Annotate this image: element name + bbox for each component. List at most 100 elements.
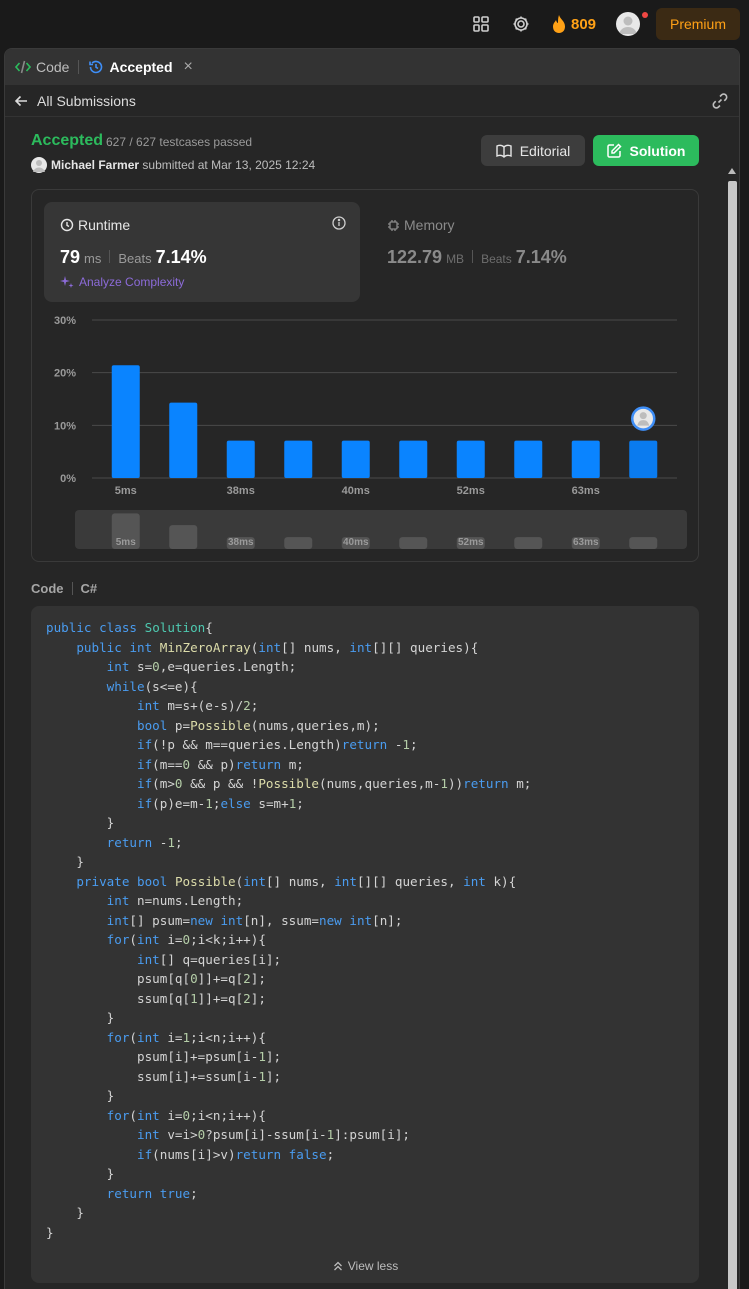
code-block[interactable]: public class Solution{ public int MinZer…: [31, 606, 699, 1283]
overview-tick-label: 38ms: [228, 537, 254, 548]
chart-bar: [341, 440, 370, 478]
overview-tick-label: 63ms: [573, 537, 599, 548]
premium-button[interactable]: Premium: [656, 8, 740, 40]
memory-tab[interactable]: Memory: [387, 217, 455, 233]
memory-beats-label: Beats: [481, 252, 512, 266]
scrollbar-thumb[interactable]: [728, 181, 737, 1289]
scroll-up-arrow[interactable]: [728, 168, 736, 174]
editorial-label: Editorial: [519, 142, 571, 159]
chart-bar: [629, 440, 658, 478]
book-icon: [496, 144, 512, 158]
overview-bar: [284, 537, 313, 549]
all-submissions-link[interactable]: All Submissions: [37, 93, 136, 109]
tab-accepted[interactable]: Accepted ×: [88, 58, 193, 76]
gear-icon[interactable]: [511, 14, 531, 34]
analyze-complexity-link[interactable]: Analyze Complexity: [60, 275, 184, 289]
chart-bar: [571, 440, 600, 478]
tab-divider: [78, 60, 80, 74]
layout-grid-icon[interactable]: [471, 14, 491, 34]
runtime-value: 79: [60, 247, 81, 267]
y-tick-label: 10%: [54, 420, 76, 432]
chart-bar: [169, 402, 198, 478]
chart-bar: [226, 440, 255, 478]
memory-value: 122.79: [387, 247, 443, 267]
chart-bar: [284, 440, 313, 478]
submission-status: Accepted: [31, 132, 104, 149]
x-tick-label: 52ms: [457, 485, 485, 497]
runtime-label-text: Runtime: [78, 217, 131, 233]
author-avatar[interactable]: [31, 157, 47, 173]
link-icon[interactable]: [711, 92, 729, 110]
memory-label: Memory: [404, 217, 455, 233]
code-section-header: Code C#: [31, 581, 97, 596]
solution-button[interactable]: Solution: [593, 135, 699, 166]
close-icon[interactable]: ×: [184, 58, 193, 76]
submitted-at: submitted at Mar 13, 2025 12:24: [142, 158, 316, 172]
user-avatar[interactable]: [616, 12, 640, 36]
edit-icon: [606, 143, 622, 158]
user-marker-head: [639, 412, 647, 420]
chart-bar: [111, 365, 140, 478]
user-icon: [619, 16, 637, 34]
tab-code-label: Code: [36, 59, 70, 75]
info-icon[interactable]: [332, 216, 346, 230]
x-tick-label: 63ms: [572, 485, 600, 497]
runtime-unit: ms: [84, 251, 102, 266]
memory-beats-value: 7.14%: [515, 247, 567, 267]
code-icon: [15, 60, 31, 74]
x-tick-label: 5ms: [115, 485, 137, 497]
overview-tick-label: 5ms: [116, 537, 136, 548]
arrow-left-icon[interactable]: [14, 94, 28, 108]
runtime-card[interactable]: Runtime 79 ms Beats 7.14% Analyze Comple…: [44, 202, 360, 302]
memory-value-row: 122.79 MB Beats 7.14%: [387, 247, 567, 268]
tab-accepted-label: Accepted: [109, 59, 173, 75]
y-tick-label: 30%: [54, 315, 76, 327]
code-language: C#: [80, 581, 98, 596]
overview-tick-label: 40ms: [343, 537, 369, 548]
source-code: public class Solution{ public int MinZer…: [46, 620, 532, 1240]
top-navbar: 809 Premium: [0, 0, 749, 48]
streak-counter[interactable]: 809: [551, 13, 596, 35]
history-icon: [89, 60, 103, 74]
y-tick-label: 20%: [54, 368, 76, 380]
author-name[interactable]: Michael Farmer: [51, 158, 139, 172]
chip-icon: [388, 219, 399, 231]
overview-bar: [629, 537, 658, 549]
overview-bar: [399, 537, 428, 549]
solution-label: Solution: [629, 142, 686, 159]
code-label: Code: [31, 581, 64, 596]
overview-bar: [514, 537, 543, 549]
runtime-beats-value: 7.14%: [155, 247, 207, 267]
clock-icon: [60, 218, 74, 232]
memory-unit: MB: [446, 252, 465, 266]
chart-bar: [399, 440, 428, 478]
chart-bar: [514, 440, 543, 478]
divider: [71, 582, 73, 595]
y-tick-label: 0%: [60, 473, 76, 485]
runtime-beats-label: Beats: [118, 251, 152, 266]
notification-dot: [642, 12, 648, 18]
runtime-distribution-chart[interactable]: 0% 10% 20% 30% 5ms 38ms 40ms 52ms 63ms 5ms 38ms 40m…: [32, 315, 700, 560]
view-less-label: View less: [347, 1259, 399, 1273]
flame-icon: [553, 15, 565, 33]
view-less-button[interactable]: View less: [31, 1259, 699, 1273]
runtime-value-row: 79 ms Beats 7.14%: [60, 247, 207, 268]
streak-count: 809: [571, 15, 597, 33]
chevrons-up-icon: [333, 1261, 342, 1271]
performance-stats: Runtime 79 ms Beats 7.14% Analyze Comple…: [31, 189, 699, 562]
divider: [472, 250, 474, 263]
testcases-passed: 627 / 627 testcases passed: [106, 135, 253, 149]
tab-code[interactable]: Code: [15, 59, 69, 75]
submission-panel: Code Accepted × All Submissions Accepted…: [4, 48, 740, 1289]
overview-tick-label: 52ms: [458, 537, 484, 548]
divider: [109, 250, 111, 263]
x-tick-label: 38ms: [227, 485, 255, 497]
editorial-button[interactable]: Editorial: [481, 135, 585, 166]
x-tick-label: 40ms: [342, 485, 370, 497]
sparkle-icon: [60, 276, 74, 288]
runtime-label: Runtime: [60, 217, 130, 233]
author-line: Michael Farmer submitted at Mar 13, 2025…: [51, 158, 315, 172]
tab-bar: Code Accepted ×: [5, 49, 739, 85]
analyze-label: Analyze Complexity: [79, 275, 185, 289]
user-icon: [33, 160, 45, 172]
